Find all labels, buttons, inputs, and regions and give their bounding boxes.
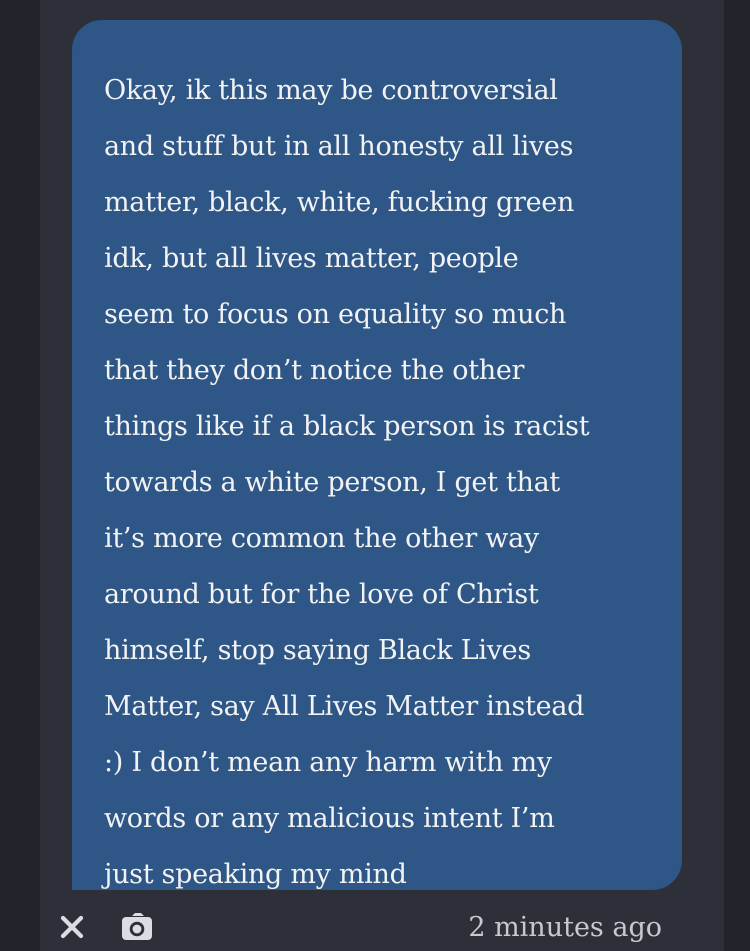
message-bubble[interactable]: Okay, ik this may be controversial and s… bbox=[72, 20, 682, 890]
right-edge-strip bbox=[724, 0, 750, 951]
camera-icon[interactable] bbox=[120, 912, 154, 942]
timestamp: 2 minutes ago bbox=[468, 912, 662, 943]
message-text: Okay, ik this may be controversial and s… bbox=[104, 75, 590, 890]
message-footer: 2 minutes ago bbox=[0, 900, 750, 951]
left-edge-strip bbox=[0, 0, 40, 951]
close-icon[interactable] bbox=[58, 913, 86, 941]
